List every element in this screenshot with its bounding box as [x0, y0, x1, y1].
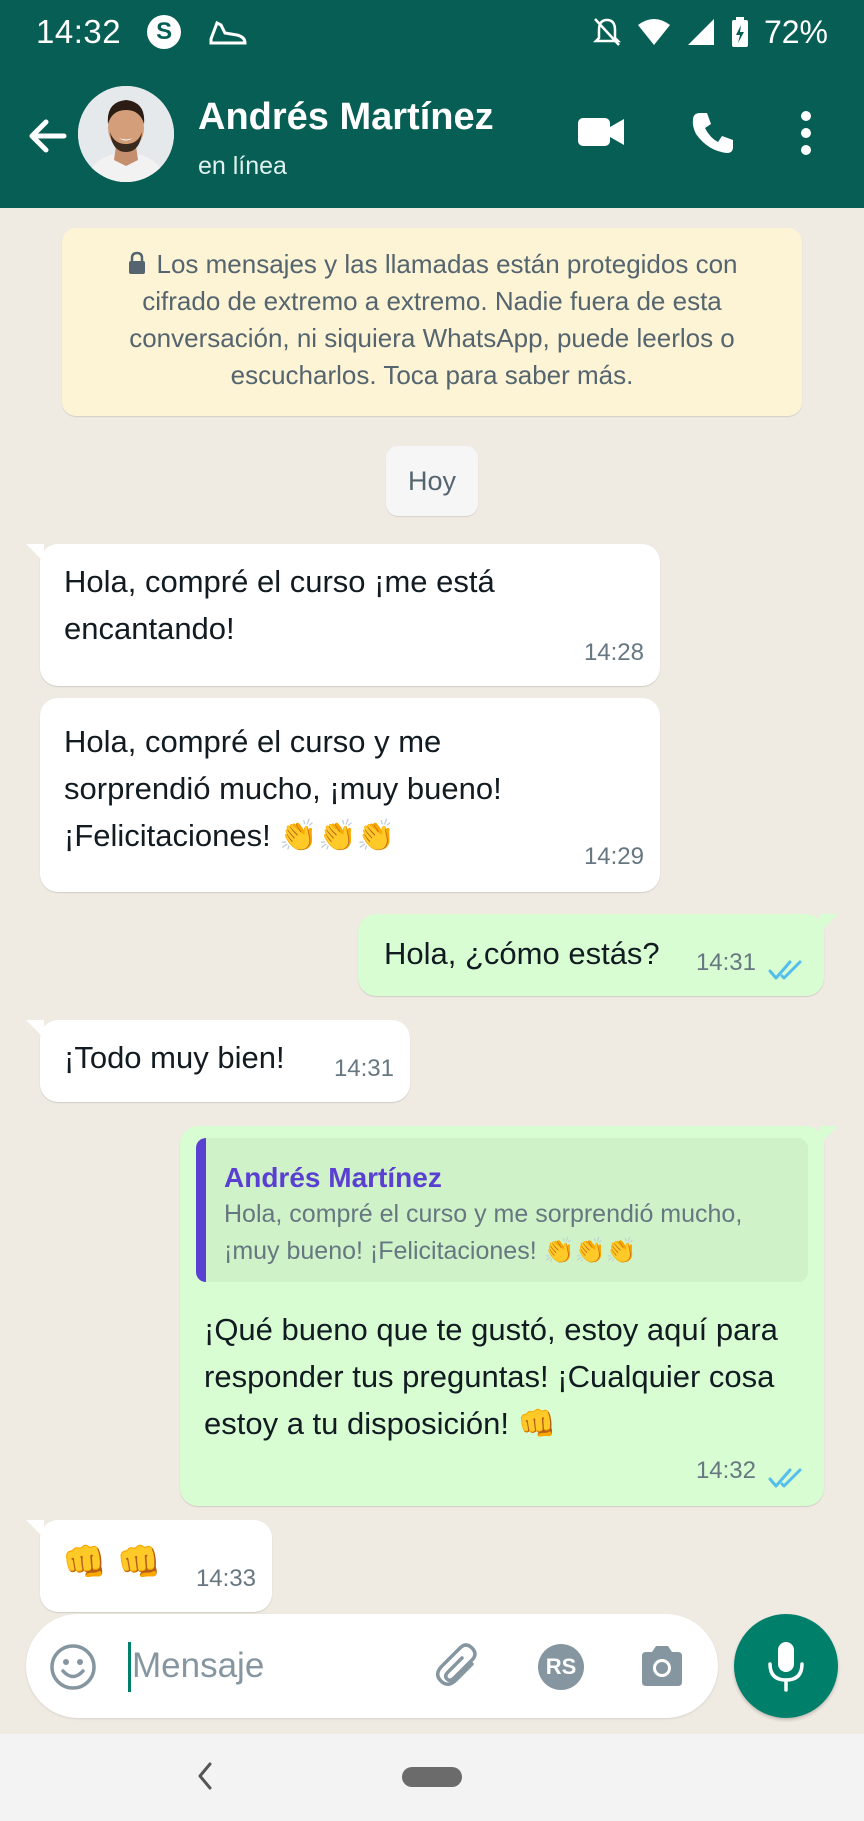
- back-arrow-icon[interactable]: [24, 112, 72, 160]
- video-call-icon[interactable]: [576, 114, 626, 150]
- s-app-notification-icon: S: [147, 15, 182, 49]
- message-text: Hola, ¿cómo estás?: [384, 936, 660, 971]
- message-composer: RS: [26, 1614, 718, 1718]
- shoe-notification-icon: [209, 20, 247, 45]
- message-bubble-incoming[interactable]: Hola, compré el curso y me sorprendió mu…: [40, 698, 660, 892]
- message-time: 14:29: [583, 843, 644, 870]
- message-text: ¡Qué bueno que te gustó, estoy aquí para…: [204, 1312, 778, 1441]
- date-chip: Hoy: [386, 446, 478, 516]
- quote-accent-bar: [196, 1138, 206, 1282]
- battery-icon: [731, 17, 748, 47]
- battery-percentage: 72%: [763, 13, 828, 50]
- phone-icon[interactable]: [690, 110, 736, 156]
- message-time: 14:32: [695, 1457, 756, 1484]
- message-text: 👊 👊: [62, 1541, 162, 1582]
- message-time: 14:33: [195, 1565, 256, 1592]
- message-bubble-outgoing-reply[interactable]: Andrés Martínez Hola, compré el curso y …: [180, 1126, 838, 1506]
- attach-icon[interactable]: [432, 1640, 486, 1694]
- more-vert-icon[interactable]: [796, 110, 816, 156]
- message-text: Hola, compré el curso y me sorprendió mu…: [64, 724, 502, 853]
- nav-home-pill[interactable]: [402, 1767, 462, 1787]
- camera-icon[interactable]: [638, 1644, 686, 1688]
- nav-back-icon[interactable]: [192, 1758, 218, 1794]
- avatar-photo: [78, 86, 174, 182]
- message-text: ¡Todo muy bien!: [64, 1040, 285, 1075]
- message-time: 14:31: [695, 949, 756, 976]
- message-time: 14:28: [583, 639, 644, 666]
- wifi-icon: [637, 19, 670, 45]
- encryption-notice[interactable]: Los mensajes y las llamadas están proteg…: [62, 228, 802, 416]
- text-cursor: [128, 1642, 131, 1692]
- message-bubble-incoming[interactable]: ¡Todo muy bien! 14:31: [26, 1020, 410, 1102]
- chat-area[interactable]: Los mensajes y las llamadas están proteg…: [0, 208, 864, 1613]
- contact-name[interactable]: Andrés Martínez: [198, 96, 494, 139]
- message-bubble-outgoing[interactable]: Hola, ¿cómo estás? 14:31: [358, 914, 838, 996]
- signal-icon: [687, 19, 714, 45]
- quote-author: Andrés Martínez: [224, 1162, 442, 1193]
- lock-icon: [128, 251, 145, 274]
- avatar[interactable]: [78, 86, 174, 182]
- emoji-icon[interactable]: [48, 1642, 98, 1692]
- message-time: 14:31: [333, 1055, 394, 1082]
- chat-header: Andrés Martínez en línea: [0, 64, 864, 208]
- message-bubble-incoming[interactable]: 👊 👊 14:33: [26, 1520, 272, 1612]
- mic-button[interactable]: [734, 1614, 838, 1718]
- message-text: Hola, compré el curso ¡me está encantand…: [64, 564, 495, 646]
- status-time: 14:32: [36, 13, 122, 50]
- read-ticks-icon: [768, 960, 802, 980]
- rs-app-icon[interactable]: RS: [538, 1644, 584, 1690]
- quoted-message[interactable]: Andrés Martínez Hola, compré el curso y …: [196, 1138, 808, 1282]
- read-ticks-icon: [768, 1468, 802, 1488]
- status-bar: 14:32 S 72%: [0, 0, 864, 64]
- mic-icon: [768, 1642, 804, 1692]
- message-bubble-incoming[interactable]: Hola, compré el curso ¡me está encantand…: [26, 544, 660, 686]
- message-input[interactable]: [132, 1638, 432, 1694]
- contact-status: en línea: [198, 152, 287, 180]
- quote-text: Hola, compré el curso y me sorprendió mu…: [224, 1200, 743, 1265]
- encryption-notice-text: Los mensajes y las llamadas están proteg…: [129, 249, 738, 390]
- system-nav-bar: [0, 1734, 864, 1821]
- mute-notifications-icon: [592, 18, 621, 46]
